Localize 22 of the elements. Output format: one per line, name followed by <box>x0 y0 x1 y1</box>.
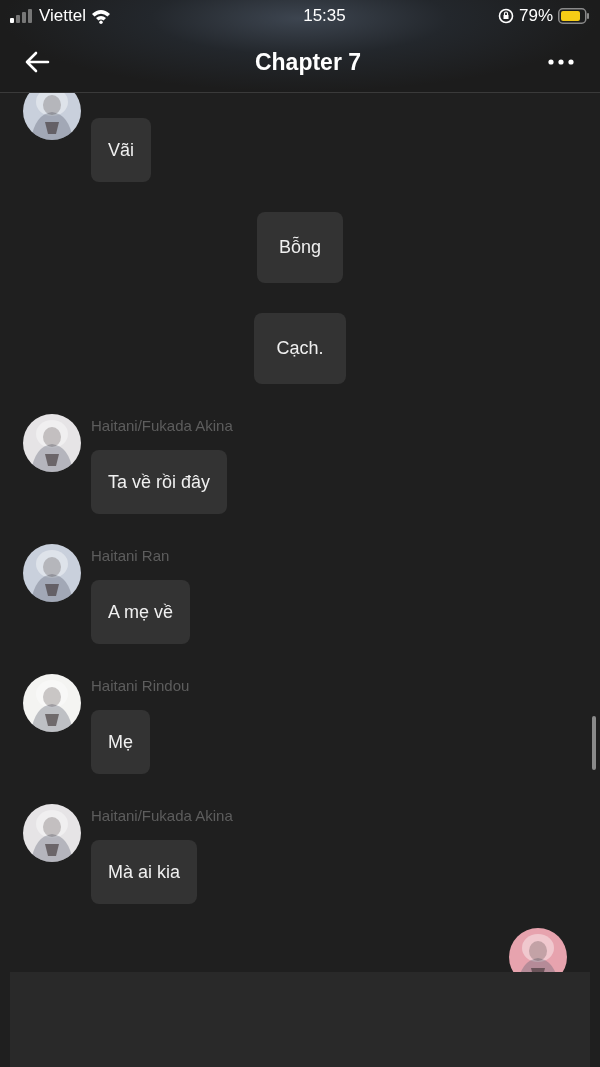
narration-bubble: Cạch. <box>254 313 346 384</box>
message-bubble: Ta về rồi đây <box>91 450 228 514</box>
character-name: Haitani/Fukada Akina <box>91 806 233 826</box>
message-bubble: Mà ai kia <box>91 840 198 904</box>
clock-time: 15:35 <box>303 5 346 28</box>
message-bubble: Vãi <box>91 118 151 182</box>
message-bubble: A mẹ về <box>91 580 191 644</box>
character-name: Haitani Rindou <box>91 676 190 696</box>
battery-percent: 79% <box>518 5 553 28</box>
wifi-icon <box>90 8 111 24</box>
chapter-title: Chapter 7 <box>254 47 362 77</box>
character-name: Haitani/Fukada Akina <box>91 416 233 436</box>
message-bubble: Mẹ <box>91 710 150 774</box>
narration-bubble: Bỗng <box>256 212 343 283</box>
signal-icon <box>10 9 34 23</box>
scrollbar-thumb[interactable] <box>592 716 596 770</box>
rotation-lock-icon <box>497 8 514 24</box>
more-icon <box>548 59 574 65</box>
back-arrow-icon <box>24 51 50 73</box>
carrier-name: Viettel <box>39 5 86 28</box>
battery-icon <box>558 8 590 24</box>
character-name: Haitani Ran <box>91 546 170 566</box>
